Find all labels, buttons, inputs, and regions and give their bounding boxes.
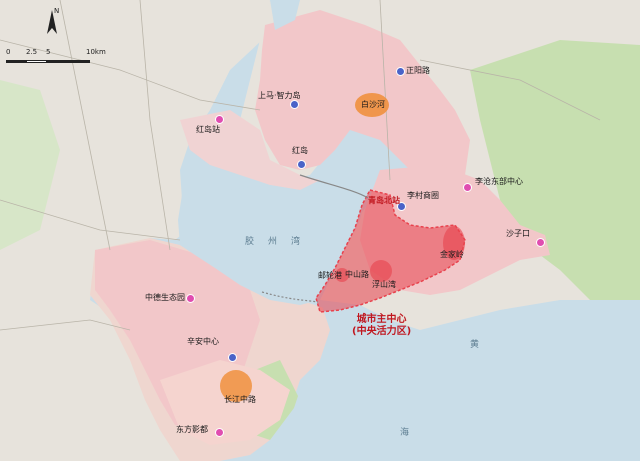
label-jinjialing: 金家岭 [440,250,464,259]
scale-seg-1 [6,60,26,63]
core-title-line2: (中央活力区) [352,326,412,337]
label-shazikou: 沙子口 [506,229,530,238]
label-hongdaozhan: 红岛站 [196,125,220,134]
sea-char-2: 海 [400,428,410,438]
scale-seg-2 [26,60,48,63]
scale-tick-1: 2.5 [26,48,38,56]
label-xinan: 辛安中心 [187,337,219,346]
label-youlun: 邮轮港 [318,271,342,280]
label-qingdaobei: 青岛北站 [368,196,400,205]
north-arrow: N [45,7,60,38]
center-fushan [370,260,392,282]
label-changjiang: 长江中路 [224,395,256,404]
label-dongfang: 东方影都 [176,425,208,434]
label-baisha: 白沙河 [361,100,385,109]
label-fushan: 浮山湾 [372,280,396,289]
scale-bar: 0 2.5 5 10km [6,44,106,74]
label-hongdao: 红岛 [292,146,308,155]
sea-char-1: 黄 [470,340,480,350]
label-zhongshan: 中山路 [345,270,369,279]
dot-zhongde [186,294,195,303]
label-licun-east: 李沧东部中心 [475,177,523,186]
scale-seg-3 [46,60,90,63]
dot-licun-east [463,183,472,192]
dot-hongdao [297,160,306,169]
scale-tick-0: 0 [6,48,11,56]
dot-shazikou [536,238,545,247]
label-zhongde: 中德生态园 [145,293,185,302]
dot-xinan [228,353,237,362]
core-title: 城市主中心 (中央活力区) [352,314,411,338]
dot-shangma [290,100,299,109]
dot-dongfang [215,428,224,437]
label-licun: 李村商圈 [407,191,439,200]
north-label: N [54,7,60,15]
planning-map: N 0 2.5 5 10km 胶州湾 黄 海 正阳路 白沙河 上马·智力岛 红岛… [0,0,640,461]
scale-tick-3: 10km [86,48,106,56]
dot-hongdaozhan [215,115,224,124]
bay-name: 胶州湾 [245,237,315,247]
dot-zhenyang [396,67,405,76]
scale-tick-2: 5 [46,48,51,56]
core-title-line1: 城市主中心 [356,314,407,325]
label-shangma: 上马·智力岛 [258,91,301,100]
label-zhenyang: 正阳路 [406,66,430,75]
